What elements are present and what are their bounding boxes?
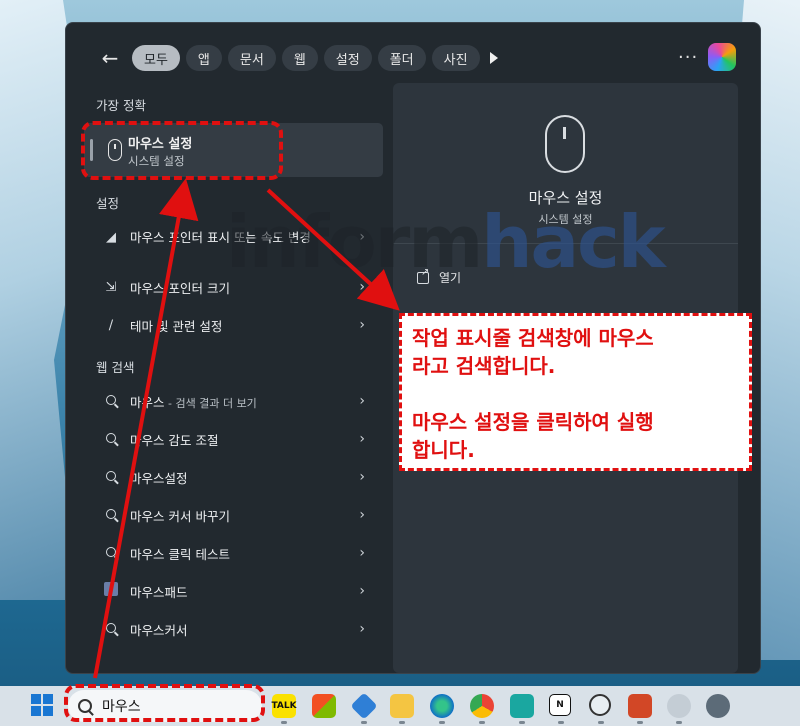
web-result-label: 마우스설정 (130, 470, 188, 486)
thumbnail-icon (102, 582, 120, 600)
chevron-right-icon: › (359, 393, 365, 409)
web-result-item[interactable]: 마우스 - 검색 결과 더 보기 › (84, 383, 383, 419)
filter-tab-bar: ← 모두 앱 문서 웹 설정 폴더 사진 (94, 43, 498, 73)
more-options-icon[interactable]: ··· (678, 47, 698, 68)
web-result-item[interactable]: 마우스 클릭 테스트 › (84, 535, 383, 571)
running-indicator (479, 721, 485, 724)
callout-line-3: 마우스 설정을 클릭하여 실행 (412, 410, 654, 434)
open-external-icon (417, 267, 429, 284)
running-indicator (598, 721, 604, 724)
search-icon (102, 546, 120, 561)
open-action[interactable]: 열기 (417, 267, 462, 286)
tab-all[interactable]: 모두 (132, 45, 180, 71)
tab-photos[interactable]: 사진 (431, 45, 480, 71)
azure-icon[interactable] (350, 692, 378, 720)
running-indicator (519, 721, 525, 724)
more-tabs-play-icon[interactable] (489, 52, 498, 64)
running-indicator (439, 721, 445, 724)
settings-gear-icon[interactable] (706, 694, 730, 718)
web-search-heading: 웹 검색 (96, 360, 135, 375)
copilot-icon[interactable] (708, 43, 736, 71)
highlight-best-match (81, 121, 283, 180)
preview-subtitle: 시스템 설정 (538, 213, 593, 226)
windows-start-icon[interactable] (31, 694, 53, 716)
tab-apps[interactable]: 앱 (185, 45, 222, 71)
chevron-right-icon: › (359, 545, 365, 561)
edge-icon[interactable] (430, 694, 454, 718)
brush-icon: ∕ (108, 317, 114, 333)
mouse-speed-icon: ◢ (106, 229, 116, 245)
kakaotalk-icon[interactable]: TALK (271, 694, 297, 718)
chevron-right-icon: › (359, 621, 365, 637)
preview-divider (393, 243, 738, 244)
running-indicator (361, 721, 367, 724)
web-result-suffix: - 검색 결과 더 보기 (164, 396, 257, 410)
chrome-icon[interactable] (470, 694, 494, 718)
web-result-item[interactable]: 마우스 커서 바꾸기 › (84, 497, 383, 533)
search-icon (102, 508, 120, 523)
web-result-label: 마우스 클릭 테스트 (130, 546, 230, 562)
callout-line-4: 합니다. (412, 438, 475, 462)
running-indicator (281, 721, 287, 724)
highlight-search-box (64, 684, 265, 722)
web-result-item[interactable]: 마우스커서 › (84, 611, 383, 647)
app-icon[interactable] (667, 694, 691, 718)
mouse-icon (545, 115, 585, 173)
web-result-item[interactable]: 마우스설정 › (84, 459, 383, 495)
chevron-right-icon: › (359, 317, 365, 333)
search-icon (102, 470, 120, 485)
web-result-label: 마우스 커서 바꾸기 (130, 508, 230, 524)
settings-item-pointer-size[interactable]: ⇲ 마우스 포인터 크기 › (84, 269, 383, 305)
microsoft-store-icon[interactable] (312, 694, 336, 718)
running-indicator (399, 721, 405, 724)
settings-item-label: 마우스 포인터 표시 또는 속도 변경 (130, 229, 311, 245)
web-result-label: 마우스 감도 조절 (130, 432, 219, 448)
web-result-item[interactable]: 마우스 감도 조절 › (84, 421, 383, 457)
chevron-right-icon: › (359, 431, 365, 447)
back-arrow-icon[interactable]: ← (94, 43, 126, 73)
settings-heading: 설정 (96, 196, 120, 211)
instruction-callout: 작업 표시줄 검색창에 마우스 라고 검색합니다. 마우스 설정을 클릭하여 실… (399, 313, 752, 471)
running-indicator (558, 721, 564, 724)
web-result-item[interactable]: 마우스패드 › (84, 573, 383, 609)
powerpoint-icon[interactable] (628, 694, 652, 718)
file-explorer-icon[interactable] (390, 694, 414, 718)
notion-icon[interactable]: N (549, 694, 571, 716)
settings-item-label: 테마 및 관련 설정 (130, 318, 223, 334)
search-icon (102, 394, 120, 409)
chevron-right-icon: › (359, 507, 365, 523)
best-match-heading: 가장 정확 (96, 98, 146, 113)
web-result-label: 마우스커서 (130, 622, 188, 638)
preview-title: 마우스 설정 (528, 189, 603, 207)
web-result-label: 마우스패드 (130, 584, 188, 600)
search-icon (102, 432, 120, 447)
running-indicator (676, 721, 682, 724)
tab-folders[interactable]: 폴더 (377, 45, 426, 71)
pointer-size-icon: ⇲ (105, 279, 117, 295)
open-label: 열기 (439, 271, 462, 285)
web-result-label: 마우스 (130, 394, 165, 410)
tab-settings[interactable]: 설정 (323, 45, 372, 71)
chevron-right-icon: › (359, 469, 365, 485)
tab-documents[interactable]: 문서 (227, 45, 276, 71)
settings-item-theme[interactable]: ∕ 테마 및 관련 설정 › (84, 307, 383, 343)
chevron-right-icon: › (359, 279, 365, 295)
settings-item-pointer-speed[interactable]: ◢ 마우스 포인터 표시 또는 속도 변경 › (84, 215, 383, 259)
tab-web[interactable]: 웹 (281, 45, 318, 71)
callout-line-1: 작업 표시줄 검색창에 마우스 (412, 326, 654, 350)
app-icon[interactable] (589, 694, 611, 716)
chevron-right-icon: › (359, 229, 365, 245)
settings-item-label: 마우스 포인터 크기 (130, 280, 230, 296)
running-indicator (637, 721, 643, 724)
app-icon[interactable] (510, 694, 534, 718)
callout-line-2: 라고 검색합니다. (412, 354, 556, 378)
chevron-right-icon: › (359, 583, 365, 599)
search-icon (102, 622, 120, 637)
